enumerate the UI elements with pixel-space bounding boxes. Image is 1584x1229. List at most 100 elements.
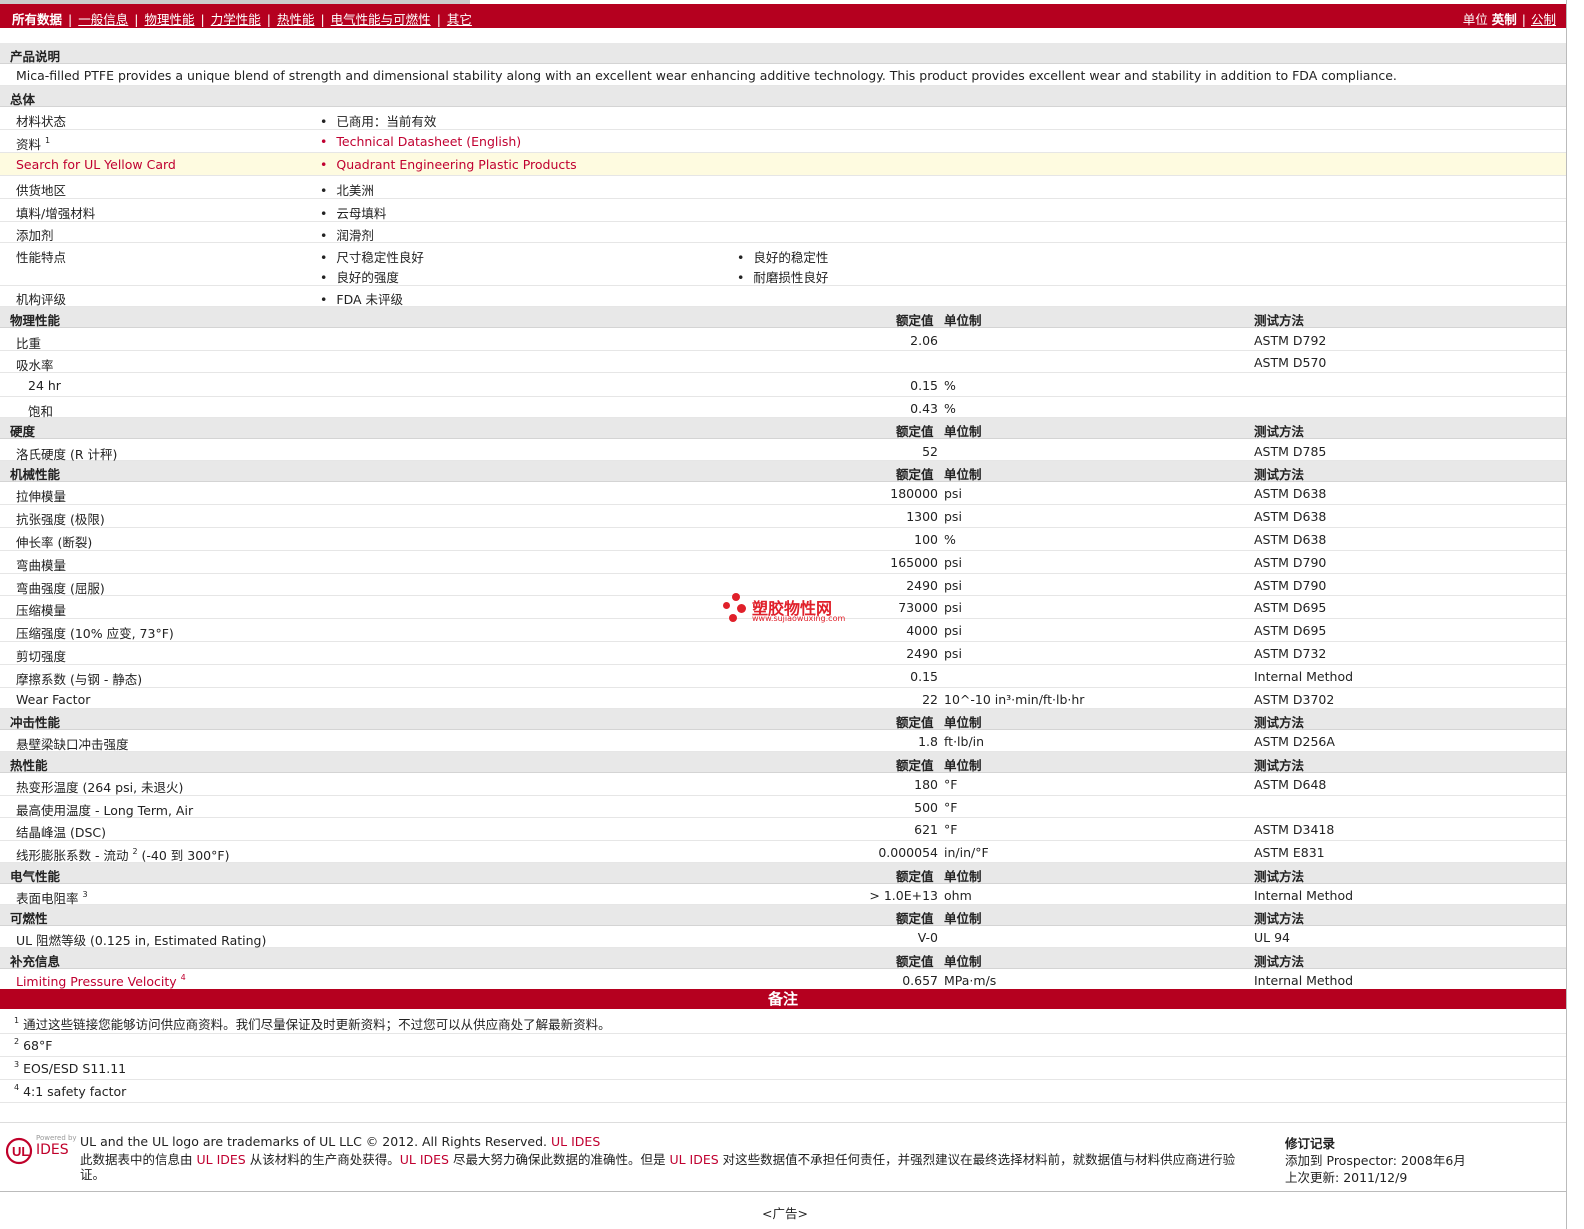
property-name: 热变形温度 (264 psi, 未退火)	[16, 780, 184, 795]
property-name: 抗张强度 (极限)	[16, 512, 105, 527]
ul-ides-link[interactable]: UL IDES	[197, 1152, 246, 1167]
footnote-ref: 4	[180, 973, 186, 982]
col-header-unit: 单位制	[944, 467, 982, 482]
property-row: 伸长率 (断裂) 100% ASTM D638	[0, 528, 1566, 551]
revision-updated: 上次更新: 2011/12/9	[1285, 1167, 1407, 1186]
test-method: UL 94	[1254, 930, 1290, 945]
test-method: ASTM D3702	[1254, 692, 1335, 707]
section-title: 机械性能	[10, 467, 61, 482]
property-unit: %	[944, 532, 956, 547]
datasheet-link[interactable]: Technical Datasheet (English)	[320, 134, 521, 149]
note-row: 3 EOS/ESD S11.11	[0, 1057, 1566, 1080]
general-row-agency: 机构评级 FDA 未评级	[0, 286, 1566, 307]
property-label: 吸水率	[16, 355, 54, 374]
nav-mechanical[interactable]: 力学性能	[211, 12, 261, 27]
disclaimer-text: 尽最大努力确保此数据的准确性。但是	[452, 1152, 666, 1167]
nav-electrical[interactable]: 电气性能与可燃性	[331, 12, 431, 27]
test-method: ASTM D638	[1254, 509, 1327, 524]
property-name: 线形膨胀系数 - 流动	[16, 848, 129, 863]
property-label[interactable]: Limiting Pressure Velocity 4	[16, 973, 186, 989]
powered-by: Powered by	[36, 1134, 77, 1142]
nav-general[interactable]: 一般信息	[78, 12, 128, 27]
property-name: 摩擦系数 (与钢 - 静态)	[16, 672, 143, 687]
col-header-value: 额定值	[896, 313, 934, 328]
section-title: 电气性能	[10, 869, 61, 884]
property-value: 4000	[906, 623, 938, 638]
ul-ides-link[interactable]: UL IDES	[669, 1152, 718, 1167]
nav-all-data[interactable]: 所有数据	[12, 12, 62, 27]
property-unit: psi	[944, 509, 962, 524]
property-row: Wear Factor 22 10^-10 in³·min/ft·lb·hr ASTM…	[0, 688, 1566, 709]
property-value: 1300	[906, 509, 938, 524]
nav-physical[interactable]: 物理性能	[144, 12, 194, 27]
nav-sep: |	[68, 12, 73, 27]
property-unit: ft·lb/in	[944, 734, 985, 749]
nav-thermal[interactable]: 热性能	[277, 12, 315, 27]
property-unit: 10^-10 in³·min/ft·lb·hr	[944, 692, 1085, 707]
row-label: 资料 1	[16, 134, 50, 153]
property-name: Wear Factor	[16, 692, 91, 707]
property-name: 弯曲强度 (屈服)	[16, 581, 105, 596]
section-nav: 所有数据 | 一般信息 | 物理性能 | 力学性能 | 热性能 | 电气性能与可燃性 | 其它	[12, 9, 472, 28]
footnote-num: 2	[14, 1037, 20, 1046]
col-header-value: 额定值	[896, 424, 934, 439]
description-text: Mica-filled PTFE provides a unique blend…	[16, 68, 1397, 83]
nav-sep: |	[134, 12, 139, 27]
section-header-thermal: 热性能 额定值 单位制 测试方法	[0, 752, 1566, 773]
row-value: 北美洲	[320, 180, 374, 199]
property-name: 拉伸模量	[16, 489, 67, 504]
section-title: 硬度	[10, 424, 36, 439]
section-header-flammability: 可燃性 额定值 单位制 测试方法	[0, 905, 1566, 926]
property-value: 500	[914, 800, 938, 815]
trademark-text: UL and the UL logo are trademarks of UL …	[80, 1134, 600, 1149]
units-imperial[interactable]: 英制	[1492, 12, 1517, 27]
row-label: 机构评级	[16, 292, 67, 307]
section-header-hardness: 硬度 额定值 单位制 测试方法	[0, 418, 1566, 439]
ul-yellow-card-link[interactable]: Search for UL Yellow Card	[16, 157, 176, 172]
ul-ides-link[interactable]: UL IDES	[400, 1152, 449, 1167]
test-method: ASTM D695	[1254, 623, 1327, 638]
property-value: 165000	[890, 555, 938, 570]
property-name: 饱和	[28, 404, 54, 419]
general-row-region: 供货地区 北美洲	[0, 176, 1566, 199]
svg-text:UL: UL	[12, 1144, 29, 1159]
units-metric[interactable]: 公制	[1531, 12, 1556, 27]
note-text: 4 4:1 safety factor	[14, 1083, 126, 1099]
property-name: 悬壁梁缺口冲击强度	[16, 737, 129, 752]
test-method: ASTM D3418	[1254, 822, 1335, 837]
note-row: 2 68°F	[0, 1034, 1566, 1057]
supplier-link[interactable]: Quadrant Engineering Plastic Products	[320, 157, 576, 172]
footnote-num: 1	[14, 1016, 20, 1025]
property-value: 0.000054	[878, 845, 938, 860]
row-label: 材料状态	[16, 114, 67, 129]
general-row-filler: 填料/增强材料 云母填料	[0, 199, 1566, 222]
property-label: UL 阻燃等级 (0.125 in, Estimated Rating)	[16, 930, 266, 949]
updated-date: 2011/12/9	[1343, 1170, 1408, 1185]
added-label: 添加到	[1285, 1153, 1323, 1168]
note-row: 1 通过这些链接您能够访问供应商资料。我们尽量保证及时更新资料；不过您可以从供应…	[0, 1011, 1566, 1034]
property-value: 22	[922, 692, 938, 707]
property-value: 0.657	[902, 973, 938, 988]
property-row: 最高使用温度 - Long Term, Air 500 °F	[0, 796, 1566, 818]
watermark-url: www.sujiaowuxing.com	[752, 614, 846, 623]
note-row: 4 4:1 safety factor	[0, 1080, 1566, 1103]
property-unit: °F	[944, 822, 958, 837]
nav-other[interactable]: 其它	[447, 12, 472, 27]
ul-ides-link[interactable]: UL IDES	[551, 1134, 600, 1149]
col-header-value: 额定值	[896, 911, 934, 926]
property-label: 热变形温度 (264 psi, 未退火)	[16, 777, 183, 796]
added-site: Prospector:	[1326, 1153, 1398, 1168]
col-header-unit: 单位制	[944, 758, 982, 773]
watermark-dot	[729, 614, 737, 622]
footnote-num: 3	[14, 1060, 20, 1069]
section-title: 补充信息	[10, 954, 61, 969]
section-title: 总体	[10, 92, 36, 107]
col-header-test: 测试方法	[1254, 869, 1305, 884]
updated-label: 上次更新:	[1285, 1170, 1340, 1185]
property-value: 100	[914, 532, 938, 547]
property-row: 悬壁梁缺口冲击强度 1.8 ft·lb/in ASTM D256A	[0, 730, 1566, 752]
property-row: UL 阻燃等级 (0.125 in, Estimated Rating) V-0 U…	[0, 926, 1566, 948]
datasheet-page: 所有数据 | 一般信息 | 物理性能 | 力学性能 | 热性能 | 电气性能与可燃性 | 其它 单位 英…	[0, 0, 1567, 1229]
property-label: 伸长率 (断裂)	[16, 532, 92, 551]
property-value: 2490	[906, 646, 938, 661]
